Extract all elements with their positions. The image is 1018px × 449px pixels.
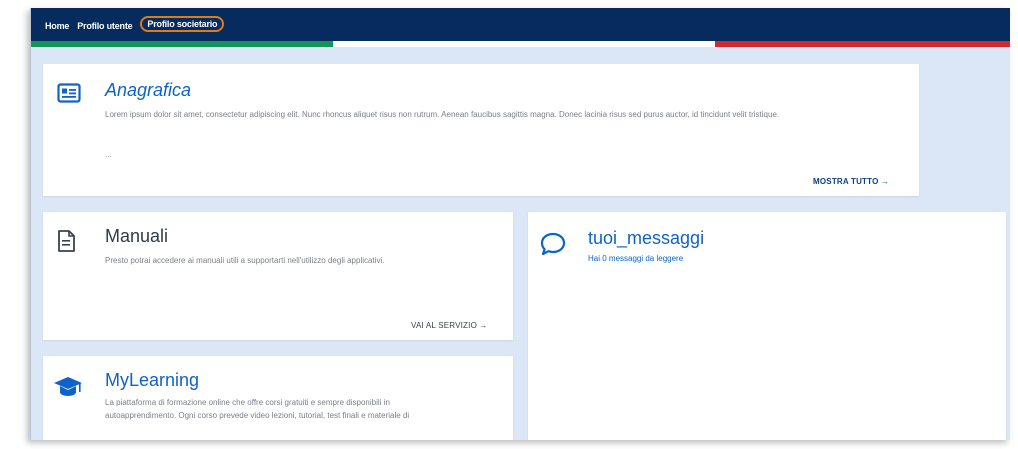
flag-red-stripe xyxy=(715,41,1010,47)
manuali-description: Presto potrai accedere ai manuali utili … xyxy=(105,256,385,265)
nav-profilo-societario[interactable]: Profilo societario xyxy=(140,16,225,32)
app-window: Home Profilo utente Profilo societario A… xyxy=(30,8,1010,440)
nav-profilo-utente[interactable]: Profilo utente xyxy=(77,21,132,31)
mylearning-title: MyLearning xyxy=(105,370,200,390)
graduation-cap-icon xyxy=(53,376,83,403)
top-navigation-bar: Home Profilo utente Profilo societario xyxy=(31,8,1010,41)
mylearning-card: MyLearning La piattaforma di formazione … xyxy=(43,356,513,440)
flag-green-stripe xyxy=(31,41,333,47)
tricolor-bar xyxy=(31,41,1010,47)
flag-white-stripe xyxy=(333,41,715,47)
mostra-tutto-link[interactable]: MOSTRA TUTTO → xyxy=(813,177,889,186)
messaggi-card: tuoi_messaggi Hai 0 messaggi da leggere xyxy=(528,212,1006,440)
manuali-card: Manuali Presto potrai accedere ai manual… xyxy=(43,212,513,340)
messaggi-title: tuoi_messaggi xyxy=(588,228,705,248)
anagrafica-description: Lorem ipsum dolor sit amet, consectetur … xyxy=(105,110,780,119)
main-nav: Home Profilo utente Profilo societario xyxy=(45,16,225,32)
mylearning-description: La piattaforma di formazione online che … xyxy=(105,398,410,420)
chat-bubble-icon xyxy=(540,232,566,261)
id-card-icon xyxy=(57,83,81,108)
messaggi-count[interactable]: Hai 0 messaggi da leggere xyxy=(588,254,683,263)
vai-al-servizio-link[interactable]: VAI AL SERVIZIO → xyxy=(411,321,488,330)
document-icon xyxy=(57,230,75,257)
manuali-title: Manuali xyxy=(105,226,169,246)
anagrafica-title: Anagrafica xyxy=(105,80,192,100)
anagrafica-ellipsis: ... xyxy=(105,150,112,159)
anagrafica-card: Anagrafica Lorem ipsum dolor sit amet, c… xyxy=(43,64,919,196)
nav-home[interactable]: Home xyxy=(45,21,69,31)
